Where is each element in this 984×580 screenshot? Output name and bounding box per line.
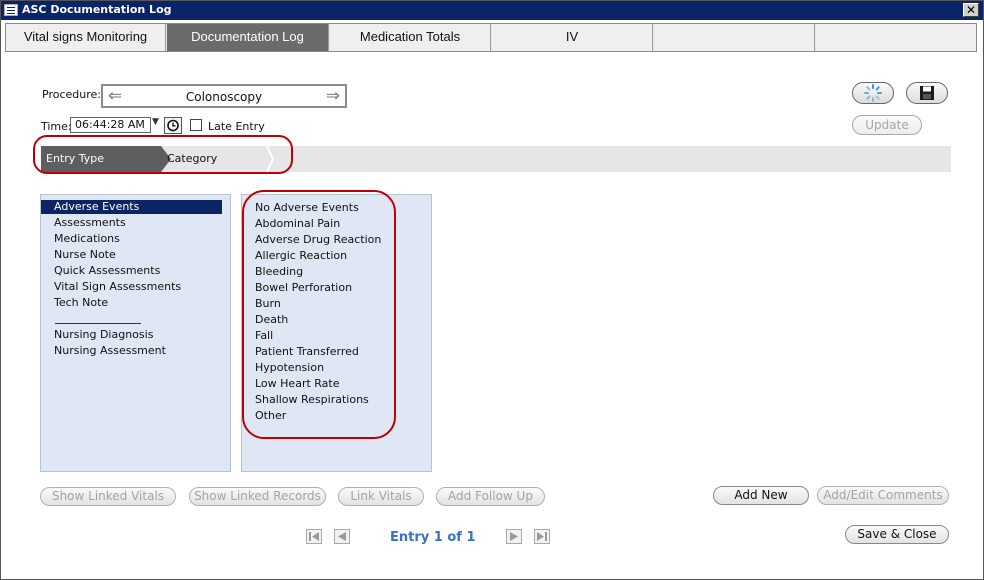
highlight-oval-categories	[242, 190, 396, 439]
add-new-button[interactable]: Add New	[713, 486, 809, 505]
update-button[interactable]: Update	[852, 115, 922, 135]
arrow-right-icon[interactable]: ⇒	[326, 87, 340, 106]
spinner-icon	[863, 84, 883, 106]
add-follow-up-button[interactable]: Add Follow Up	[436, 487, 545, 506]
first-page-icon[interactable]	[306, 529, 322, 544]
late-entry-label: Late Entry	[208, 120, 265, 133]
list-item-nurse-note[interactable]: Nurse Note	[41, 248, 116, 262]
refresh-button[interactable]	[852, 82, 894, 104]
add-edit-comments-button[interactable]: Add/Edit Comments	[817, 486, 949, 505]
procedure-value: Colonoscopy	[185, 90, 263, 104]
show-linked-records-button[interactable]: Show Linked Records	[189, 487, 326, 506]
prev-page-icon[interactable]	[334, 529, 350, 544]
close-icon[interactable]: ✕	[963, 3, 979, 17]
documentation-log-panel: Procedure: ⇐ Colonoscopy ⇒ Time: 06:44:2…	[5, 53, 977, 575]
chevron-down-icon[interactable]: ▼	[152, 117, 159, 127]
list-item-tech-note[interactable]: Tech Note	[41, 296, 108, 310]
floppy-disk-icon	[918, 86, 936, 105]
procedure-selector: ⇐ Colonoscopy ⇒	[101, 84, 347, 108]
link-vitals-button[interactable]: Link Vitals	[338, 487, 424, 506]
tab-empty-5[interactable]	[654, 24, 815, 51]
window-title: ASC Documentation Log	[22, 3, 172, 16]
list-item-adverse-events[interactable]: Adverse Events	[41, 200, 222, 214]
app-icon	[4, 4, 18, 16]
save-and-close-button[interactable]: Save & Close	[845, 525, 949, 544]
list-item-nursing-assessment[interactable]: Nursing Assessment	[41, 344, 166, 358]
list-item-assessments[interactable]: Assessments	[41, 216, 126, 230]
list-item-quick-assessments[interactable]: Quick Assessments	[41, 264, 160, 278]
title-bar: ASC Documentation Log ✕	[1, 1, 983, 20]
arrow-left-icon[interactable]: ⇐	[108, 87, 122, 106]
clock-icon[interactable]	[164, 117, 182, 134]
list-item-vital-sign-assessments[interactable]: Vital Sign Assessments	[41, 280, 181, 294]
tab-vital-signs-monitoring[interactable]: Vital signs Monitoring	[6, 24, 166, 51]
time-label: Time:	[41, 120, 72, 133]
save-button[interactable]	[906, 82, 948, 104]
time-input[interactable]: 06:44:28 AM	[70, 117, 151, 133]
tab-empty-6[interactable]	[816, 24, 976, 51]
highlight-oval-breadcrumb	[33, 135, 293, 174]
list-separator	[55, 323, 141, 324]
tab-medication-totals[interactable]: Medication Totals	[330, 24, 491, 51]
asc-documentation-log-window: ASC Documentation Log ✕ Vital signs Moni…	[0, 0, 984, 580]
list-item-nursing-diagnosis[interactable]: Nursing Diagnosis	[41, 328, 153, 342]
show-linked-vitals-button[interactable]: Show Linked Vitals	[40, 487, 176, 506]
next-page-icon[interactable]	[506, 529, 522, 544]
late-entry-checkbox[interactable]	[190, 119, 202, 131]
tab-bar: Vital signs Monitoring Documentation Log…	[5, 23, 977, 52]
last-page-icon[interactable]	[534, 529, 550, 544]
tab-documentation-log[interactable]: Documentation Log	[167, 24, 329, 51]
tab-iv[interactable]: IV	[492, 24, 653, 51]
procedure-label: Procedure:	[42, 88, 101, 101]
entry-type-list: Adverse Events Assessments Medications N…	[40, 194, 231, 472]
list-item-medications[interactable]: Medications	[41, 232, 120, 246]
pager-label: Entry 1 of 1	[390, 530, 476, 545]
